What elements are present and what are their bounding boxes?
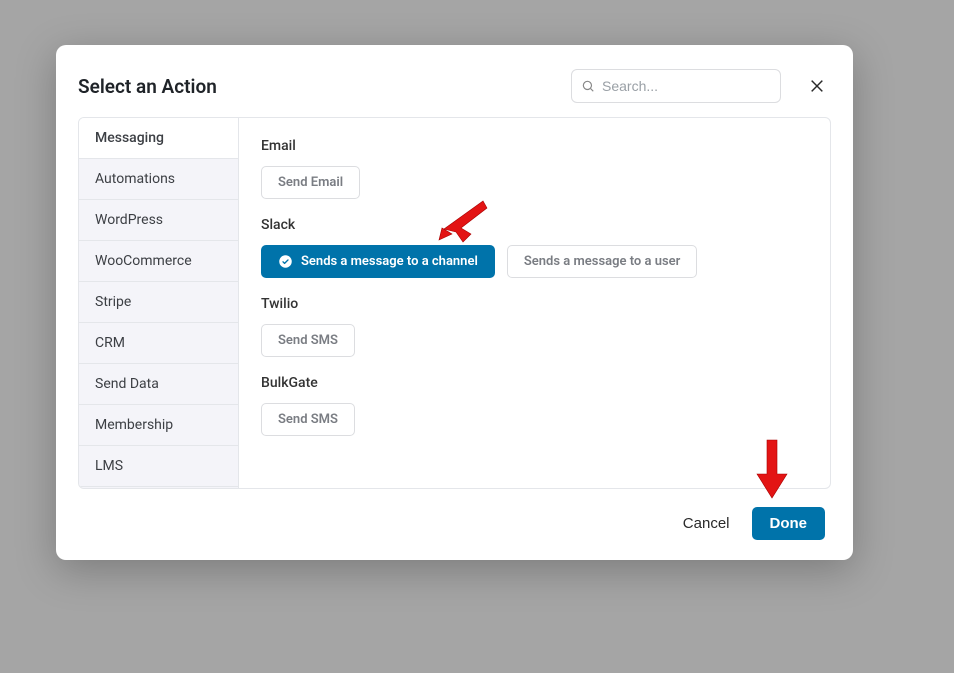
action-label: Sends a message to a user bbox=[524, 254, 681, 269]
action-row: Send SMS bbox=[261, 324, 808, 357]
sidebar-item-label: WordPress bbox=[95, 212, 163, 228]
modal-footer: Cancel Done bbox=[56, 489, 853, 560]
action-twilio-sms[interactable]: Send SMS bbox=[261, 324, 355, 357]
group-label-twilio: Twilio bbox=[261, 296, 808, 312]
sidebar-item-membership[interactable]: Membership bbox=[79, 405, 238, 446]
group-label-email: Email bbox=[261, 138, 808, 154]
sidebar-item-woocommerce[interactable]: WooCommerce bbox=[79, 241, 238, 282]
close-icon bbox=[809, 78, 825, 94]
action-bulkgate-sms[interactable]: Send SMS bbox=[261, 403, 355, 436]
sidebar-item-crm[interactable]: CRM bbox=[79, 323, 238, 364]
group-label-slack: Slack bbox=[261, 217, 808, 233]
action-send-email[interactable]: Send Email bbox=[261, 166, 360, 199]
action-row: Send SMS bbox=[261, 403, 808, 436]
sidebar-item-label: LMS bbox=[95, 458, 123, 474]
modal-body: Messaging Automations WordPress WooComme… bbox=[78, 117, 831, 489]
close-button[interactable] bbox=[803, 72, 831, 100]
done-button[interactable]: Done bbox=[752, 507, 826, 540]
content-area[interactable]: Email Send Email Slack Sends a message t… bbox=[239, 118, 830, 488]
sidebar-item-lms[interactable]: LMS bbox=[79, 446, 238, 487]
action-row: Sends a message to a channel Sends a mes… bbox=[261, 245, 808, 278]
action-slack-user[interactable]: Sends a message to a user bbox=[507, 245, 698, 278]
sidebar-item-label: Messaging bbox=[95, 130, 164, 146]
sidebar-item-send-data[interactable]: Send Data bbox=[79, 364, 238, 405]
sidebar-item-label: Send Data bbox=[95, 376, 159, 392]
action-label: Send SMS bbox=[278, 412, 338, 427]
action-slack-channel[interactable]: Sends a message to a channel bbox=[261, 245, 495, 278]
sidebar-item-automations[interactable]: Automations bbox=[79, 159, 238, 200]
cancel-button[interactable]: Cancel bbox=[683, 515, 730, 532]
sidebar-item-label: Automations bbox=[95, 171, 175, 187]
sidebar-item-wordpress[interactable]: WordPress bbox=[79, 200, 238, 241]
modal-title: Select an Action bbox=[78, 75, 559, 98]
action-label: Send Email bbox=[278, 175, 343, 190]
action-row: Send Email bbox=[261, 166, 808, 199]
sidebar: Messaging Automations WordPress WooComme… bbox=[79, 118, 239, 488]
sidebar-item-label: Stripe bbox=[95, 294, 131, 310]
sidebar-item-label: CRM bbox=[95, 335, 125, 351]
action-label: Send SMS bbox=[278, 333, 338, 348]
search-wrap bbox=[571, 69, 781, 103]
modal-header: Select an Action bbox=[56, 45, 853, 117]
group-label-bulkgate: BulkGate bbox=[261, 375, 808, 391]
action-label: Sends a message to a channel bbox=[301, 254, 478, 269]
sidebar-item-stripe[interactable]: Stripe bbox=[79, 282, 238, 323]
select-action-modal: Select an Action Messaging Automations W… bbox=[56, 45, 853, 560]
sidebar-item-messaging[interactable]: Messaging bbox=[79, 118, 238, 159]
search-input[interactable] bbox=[571, 69, 781, 103]
sidebar-item-label: WooCommerce bbox=[95, 253, 192, 269]
sidebar-item-label: Membership bbox=[95, 417, 173, 433]
check-circle-icon bbox=[278, 254, 293, 269]
search-icon bbox=[581, 79, 595, 93]
